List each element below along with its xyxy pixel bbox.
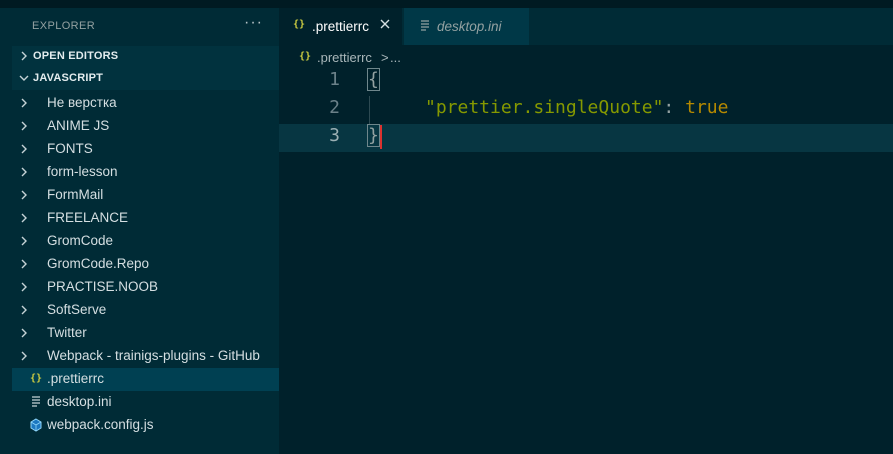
section-open-editors[interactable]: OPEN EDITORS	[12, 46, 279, 68]
folder-item[interactable]: form-lesson	[12, 161, 279, 184]
folder-item[interactable]: FONTS	[12, 138, 279, 161]
chevron-right-icon	[21, 213, 27, 223]
tab-desktop-ini[interactable]: desktop.ini	[404, 8, 529, 45]
folder-item[interactable]: ANIME JS	[12, 115, 279, 138]
line-number: 2	[329, 97, 340, 118]
folder-item[interactable]: GromCode.Repo	[12, 253, 279, 276]
line-content: {	[367, 68, 380, 91]
file-label: desktop.ini	[47, 394, 112, 409]
breadcrumb: {} .prettierrc > ...	[279, 46, 893, 70]
chevron-right-icon	[21, 121, 27, 131]
chevron-right-icon	[21, 144, 27, 154]
folder-item[interactable]: Не верстка	[12, 92, 279, 115]
line-number: 1	[329, 69, 340, 90]
more-actions-icon[interactable]: ···	[244, 14, 263, 32]
file-label: webpack.config.js	[47, 417, 154, 432]
file-item-prettierrc[interactable]: {} .prettierrc	[12, 368, 279, 391]
file-item-webpack-config[interactable]: webpack.config.js	[12, 414, 279, 437]
tab-prettierrc[interactable]: {} .prettierrc	[279, 8, 402, 45]
line-content: "prettier.singleQuote": true	[425, 97, 728, 118]
section-javascript[interactable]: JAVASCRIPT	[12, 68, 279, 90]
code-line: 2 "prettier.singleQuote": true	[279, 96, 893, 124]
explorer-header: EXPLORER ···	[0, 8, 279, 46]
text-lines-icon	[32, 396, 40, 407]
chevron-right-icon	[21, 282, 27, 292]
tab-label: desktop.ini	[437, 19, 502, 34]
chevron-right-icon	[21, 98, 27, 108]
text-lines-icon	[421, 20, 429, 31]
folder-item[interactable]: FREELANCE	[12, 207, 279, 230]
json-key: "prettier.singleQuote"	[425, 97, 664, 118]
folder-label: Webpack - trainigs-plugins - GitHub	[47, 348, 260, 363]
chevron-right-icon	[21, 305, 27, 315]
explorer-sidebar: EXPLORER ··· OPEN EDITORS JAVASCRIPT Не …	[0, 8, 279, 454]
line-content: }	[367, 124, 380, 147]
chevron-down-icon	[19, 75, 29, 81]
folder-label: form-lesson	[47, 164, 118, 179]
section-label: JAVASCRIPT	[33, 72, 104, 84]
line-number: 3	[329, 125, 340, 146]
chevron-right-icon	[21, 51, 27, 61]
json-braces-icon: {}	[29, 373, 43, 384]
folder-label: FormMail	[47, 187, 104, 202]
file-item-desktop-ini[interactable]: desktop.ini	[12, 391, 279, 414]
folder-item[interactable]: PRACTISE.NOOB	[12, 276, 279, 299]
title-bar-strip	[0, 0, 893, 8]
code-editor[interactable]: 1 { 2 "prettier.singleQuote": true 3 }	[279, 68, 893, 454]
folder-label: FREELANCE	[47, 210, 129, 225]
explorer-title: EXPLORER	[32, 20, 96, 32]
folder-label: GromCode	[47, 233, 114, 248]
chevron-right-icon	[21, 351, 27, 361]
editor-tab-bar: {} .prettierrc desktop.ini	[279, 8, 893, 45]
folder-label: ANIME JS	[47, 118, 110, 133]
close-icon[interactable]	[379, 18, 391, 30]
code-line-current: 3 }	[279, 124, 893, 152]
breadcrumb-file[interactable]: .prettierrc	[317, 50, 372, 65]
json-braces-icon: {}	[293, 19, 306, 30]
folder-label: Не верстка	[47, 95, 117, 110]
folder-label: PRACTISE.NOOB	[47, 279, 159, 294]
folder-item[interactable]: SoftServe	[12, 299, 279, 322]
folder-item[interactable]: FormMail	[12, 184, 279, 207]
tab-label: .prettierrc	[312, 19, 370, 34]
chevron-right-icon	[21, 236, 27, 246]
folder-item[interactable]: Twitter	[12, 322, 279, 345]
json-value: true	[685, 97, 729, 118]
folder-item[interactable]: GromCode	[12, 230, 279, 253]
chevron-right-icon	[21, 328, 27, 338]
chevron-right-icon	[21, 167, 27, 177]
json-colon: :	[663, 97, 686, 118]
text-cursor	[380, 125, 382, 149]
webpack-cube-icon	[30, 418, 42, 432]
json-braces-icon: {}	[299, 51, 312, 62]
matching-bracket: }	[367, 124, 380, 147]
code-line: 1 {	[279, 68, 893, 96]
breadcrumb-more[interactable]: ...	[390, 50, 401, 65]
breadcrumb-separator: >	[381, 50, 389, 65]
folder-label: Twitter	[47, 325, 87, 340]
folder-item[interactable]: Webpack - trainigs-plugins - GitHub	[12, 345, 279, 368]
chevron-right-icon	[21, 259, 27, 269]
folder-label: SoftServe	[47, 302, 107, 317]
matching-bracket: {	[367, 68, 380, 91]
section-label: OPEN EDITORS	[33, 50, 119, 62]
file-label: .prettierrc	[47, 371, 105, 386]
folder-label: GromCode.Repo	[47, 256, 150, 271]
chevron-right-icon	[21, 190, 27, 200]
folder-label: FONTS	[47, 141, 93, 156]
